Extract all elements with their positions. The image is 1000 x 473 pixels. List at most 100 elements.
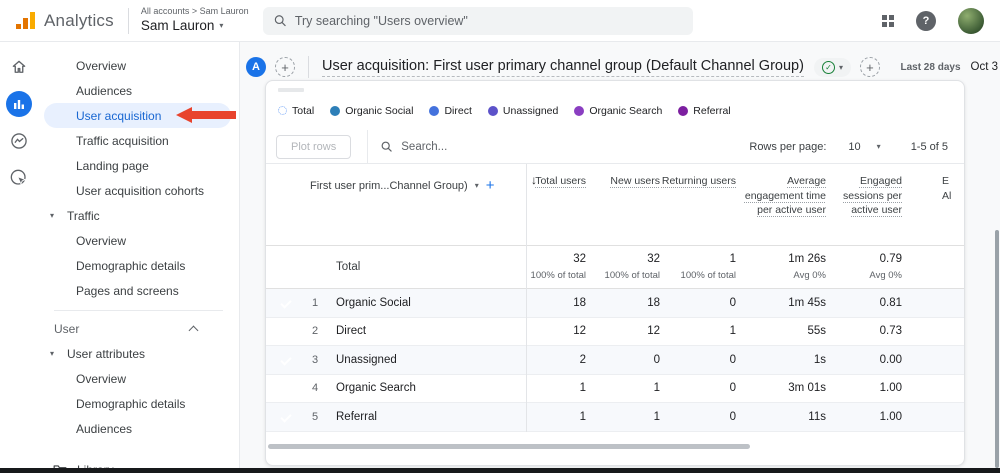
legend-item-referral[interactable]: Referral (678, 105, 730, 117)
table-search-input[interactable] (401, 141, 581, 153)
column-divider (526, 164, 527, 432)
legend-dot (429, 106, 439, 116)
reports-icon[interactable] (6, 91, 32, 117)
section-label: User attributes (67, 347, 145, 361)
sidebar-item-pages-and-screens[interactable]: Pages and screens (38, 278, 239, 303)
legend-item-organic-search[interactable]: Organic Search (574, 105, 662, 117)
analytics-logo[interactable] (16, 12, 35, 29)
legend-dot (488, 106, 498, 116)
legend-label: Organic Search (589, 105, 662, 117)
chart-legend: Total Organic Social Direct Unassigned O… (266, 92, 964, 120)
top-bar: Analytics All accounts > Sam Lauron Sam … (0, 0, 1000, 42)
report-status-control[interactable]: ✓ ▾ (814, 58, 851, 77)
sidebar-section-user-attributes[interactable]: ▾ User attributes (38, 341, 239, 366)
data-table: First user prim...Channel Group) ▾ + ↓ T… (266, 164, 964, 432)
table-row[interactable]: 3 Unassigned 2 0 0 1s 0.00 (266, 346, 964, 375)
global-search-input[interactable] (295, 14, 683, 28)
chevron-down-icon: ▾ (839, 63, 843, 72)
chevron-down-icon: ▾ (50, 349, 60, 358)
nav-rail (0, 42, 38, 468)
date-range-label: Last 28 days (900, 62, 960, 73)
legend-item-organic-social[interactable]: Organic Social (330, 105, 413, 117)
add-dimension-button[interactable]: + (486, 177, 495, 194)
legend-item-total[interactable]: Total (278, 105, 314, 117)
table-search[interactable] (380, 140, 581, 153)
channel-name: Direct (336, 325, 526, 337)
column-header-avg-engagement-time: Average engagement time per active user (736, 173, 826, 218)
property-badge[interactable]: A (246, 57, 266, 77)
home-icon[interactable] (6, 54, 32, 80)
legend-dot (330, 106, 340, 116)
sidebar-item-landing-page[interactable]: Landing page (38, 153, 239, 178)
channel-name: Organic Social (336, 297, 526, 309)
report-header: A + User acquisition: First user primary… (246, 52, 998, 82)
sidebar-item-audiences[interactable]: Audiences (38, 78, 239, 103)
search-icon (273, 13, 287, 28)
avatar[interactable] (958, 8, 984, 34)
header-divider (308, 56, 309, 78)
legend-dot-outline (278, 106, 287, 115)
sidebar-item-library[interactable]: Library (38, 457, 239, 468)
sidebar-group-user[interactable]: User (38, 317, 239, 341)
rows-per-page-select[interactable]: 10 (848, 141, 860, 153)
section-label: Traffic (67, 209, 100, 223)
check-circle-icon: ✓ (822, 61, 835, 74)
horizontal-scrollbar[interactable] (268, 444, 750, 449)
sidebar-item-user-audiences[interactable]: Audiences (38, 416, 239, 441)
legend-dot (574, 106, 584, 116)
account-name: Sam Lauron (141, 18, 215, 35)
dimension-header-label: First user prim...Channel Group) (310, 180, 468, 192)
sidebar-item-user-demographic-details[interactable]: Demographic details (38, 391, 239, 416)
sort-descending-icon[interactable]: ↓ (531, 173, 537, 188)
report-sidebar: Overview Audiences User acquisition Traf… (38, 42, 240, 468)
legend-label: Total (292, 105, 314, 117)
chevron-down-icon: ▾ (475, 181, 479, 190)
channel-name: Unassigned (336, 354, 526, 366)
table-row[interactable]: 1 Organic Social 18 18 0 1m 45s 0.81 (266, 289, 964, 318)
sidebar-item-user-acquisition-cohorts[interactable]: User acquisition cohorts (38, 178, 239, 203)
sidebar-item-traffic-overview[interactable]: Overview (38, 228, 239, 253)
column-header-new-users: New users (586, 173, 660, 189)
plot-rows-button[interactable]: Plot rows (276, 135, 351, 159)
table-header-row: First user prim...Channel Group) ▾ + ↓ T… (266, 164, 964, 246)
chevron-down-icon: ▾ (219, 21, 223, 31)
table-row[interactable]: 5 Referral 1 1 0 11s 1.00 (266, 403, 964, 432)
legend-item-direct[interactable]: Direct (429, 105, 471, 117)
dimension-header[interactable]: First user prim...Channel Group) ▾ + (310, 173, 526, 194)
chevron-down-icon[interactable]: ▾ (877, 142, 881, 151)
add-button[interactable]: + (860, 57, 880, 77)
explore-icon[interactable] (6, 128, 32, 154)
date-text: Oct 3 (971, 61, 998, 73)
toolbar-divider (367, 130, 368, 163)
column-header-engaged-sessions: Engaged sessions per active user (826, 173, 902, 218)
report-title[interactable]: User acquisition: First user primary cha… (322, 58, 804, 77)
column-header-clipped: E Al (902, 173, 964, 203)
group-label: User (54, 322, 79, 336)
sidebar-item-user-acquisition[interactable]: User acquisition (44, 103, 231, 128)
sidebar-item-overview[interactable]: Overview (38, 53, 239, 78)
channel-name: Organic Search (336, 382, 526, 394)
add-comparison-button[interactable]: + (275, 57, 295, 77)
topbar-divider (128, 8, 129, 34)
column-header-returning-users: Returning users (660, 173, 736, 189)
sidebar-item-user-overview[interactable]: Overview (38, 366, 239, 391)
legend-label: Organic Social (345, 105, 413, 117)
table-row[interactable]: 4 Organic Search 1 1 0 3m 01s 1.00 (266, 375, 964, 404)
legend-item-unassigned[interactable]: Unassigned (488, 105, 558, 117)
main-content: A + User acquisition: First user primary… (240, 42, 1000, 468)
apps-grid-icon[interactable] (882, 15, 894, 27)
table-row[interactable]: 2 Direct 12 12 1 55s 0.73 (266, 318, 964, 347)
column-header-total-users: ↓ Total users (526, 173, 586, 189)
help-icon[interactable]: ? (916, 11, 936, 31)
account-switcher[interactable]: All accounts > Sam Lauron Sam Lauron ▾ (141, 6, 249, 34)
advertising-icon[interactable] (6, 165, 32, 191)
sidebar-section-traffic[interactable]: ▾ Traffic (38, 203, 239, 228)
vertical-scrollbar[interactable] (995, 230, 999, 468)
global-search[interactable] (263, 7, 693, 35)
sidebar-item-traffic-acquisition[interactable]: Traffic acquisition (38, 128, 239, 153)
window-edge (0, 468, 1000, 473)
legend-label: Referral (693, 105, 730, 117)
date-range-picker[interactable]: Last 28 days Oct 3 (892, 61, 998, 73)
sidebar-item-traffic-demographic-details[interactable]: Demographic details (38, 253, 239, 278)
report-card: Total Organic Social Direct Unassigned O… (265, 80, 965, 466)
